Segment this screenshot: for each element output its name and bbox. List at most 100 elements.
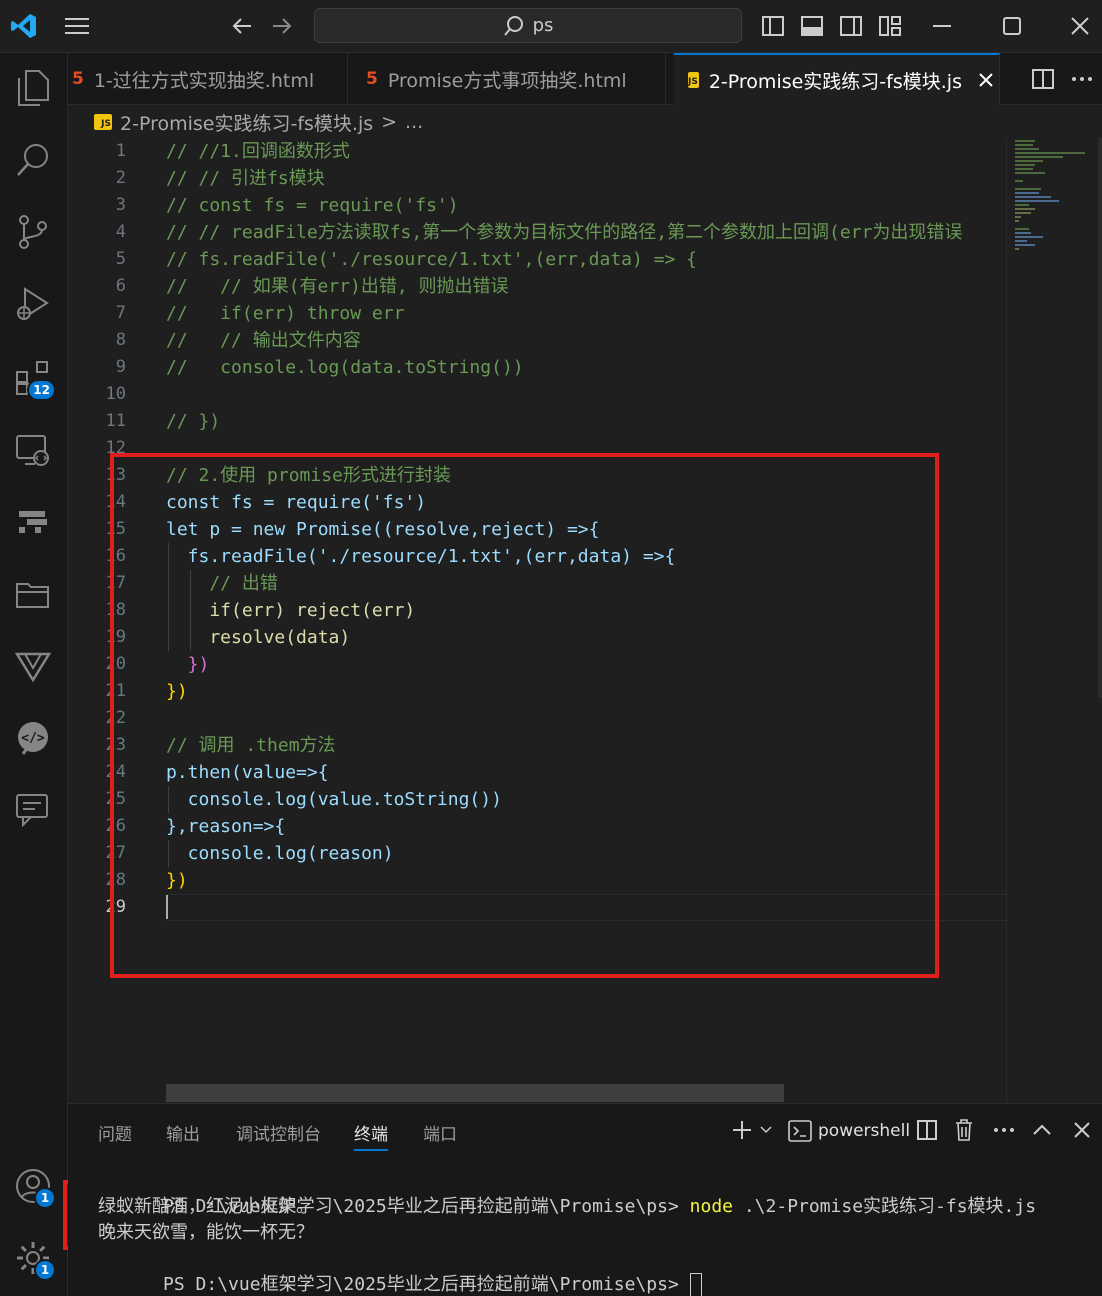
vue-icon[interactable] — [10, 643, 56, 689]
vscode-logo-icon — [8, 10, 40, 42]
tab-label: 2-Promise实践练习-fs模块.js — [708, 70, 962, 93]
new-terminal-plus-icon[interactable] — [730, 1118, 754, 1142]
minimap-line — [1015, 144, 1033, 146]
toggle-primary-sidebar-icon[interactable] — [760, 13, 786, 39]
live-share-icon[interactable]: </> — [10, 715, 56, 761]
tab-debug-console[interactable]: 调试控制台 — [236, 1120, 321, 1145]
line-number: 5 — [115, 249, 126, 269]
code-line: // if(err) throw err — [166, 303, 405, 324]
manage-gear-icon[interactable]: 1 — [10, 1235, 56, 1281]
testing-icon[interactable] — [10, 499, 56, 545]
command-center-search[interactable]: ps — [314, 8, 742, 43]
extensions-icon[interactable]: 12 — [10, 355, 56, 401]
close-tab-icon[interactable] — [978, 72, 994, 88]
toggle-panel-icon[interactable] — [799, 13, 825, 39]
search-icon[interactable] — [10, 137, 56, 183]
line-number: 9 — [115, 357, 126, 377]
code-line: // fs.readFile('./resource/1.txt',(err,d… — [166, 249, 698, 270]
line-number: 3 — [115, 195, 126, 215]
minimap-line — [1015, 148, 1039, 150]
extensions-badge: 12 — [27, 379, 56, 401]
minimap-line — [1015, 208, 1035, 210]
minimap-line — [1015, 232, 1031, 234]
terminal-shell-selector[interactable]: powershell — [788, 1117, 910, 1145]
accounts-badge: 1 — [34, 1187, 56, 1209]
minimap-line — [1015, 240, 1027, 242]
tab-label: Promise方式事项抽奖.html — [387, 69, 627, 92]
back-arrow-icon[interactable] — [228, 12, 256, 40]
terminal-output-line: 绿蚁新醅酒，红泥小火炉。 — [98, 1196, 314, 1217]
minimize-icon[interactable] — [928, 13, 956, 39]
forward-arrow-icon[interactable] — [268, 12, 296, 40]
source-control-icon[interactable] — [10, 209, 56, 255]
activity-bar: 12 </> 1 1 — [0, 53, 68, 1296]
folder-icon[interactable] — [10, 571, 56, 617]
tab-js-active[interactable]: JS 2-Promise实践练习-fs模块.js — [674, 53, 1000, 105]
close-window-icon[interactable] — [1066, 13, 1094, 39]
code-line: // //1.回调函数形式 — [166, 141, 350, 162]
remote-explorer-icon[interactable] — [10, 427, 56, 473]
editor-tab-bar: 5 1-过往方式实现抽奖.html 5 Promise方式事项抽奖.html J… — [68, 53, 1102, 105]
line-number: 1 — [115, 141, 126, 161]
terminal-icon — [788, 1120, 812, 1142]
chevron-down-icon[interactable] — [758, 1120, 774, 1140]
minimap-line — [1015, 244, 1035, 246]
more-actions-icon[interactable] — [1068, 67, 1096, 91]
tab-html-1[interactable]: 5 1-过往方式实现抽奖.html — [60, 53, 348, 105]
maximize-panel-chevron-up-icon[interactable] — [1030, 1118, 1054, 1142]
tab-terminal[interactable]: 终端 — [354, 1120, 388, 1151]
maximize-icon[interactable] — [998, 13, 1026, 39]
more-actions-icon[interactable] — [990, 1118, 1018, 1142]
code-line: // // 输出文件内容 — [166, 330, 361, 351]
js-file-icon: JS — [94, 114, 112, 130]
accounts-icon[interactable]: 1 — [10, 1163, 56, 1209]
search-text: ps — [532, 15, 554, 36]
breadcrumb: JS 2-Promise实践练习-fs模块.js > ... — [94, 108, 423, 136]
code-line: // const fs = require('fs') — [166, 195, 459, 216]
menu-icon[interactable] — [60, 12, 94, 40]
svg-text:</>: </> — [21, 731, 45, 746]
run-and-debug-icon[interactable] — [10, 281, 56, 327]
terminal-argument: .\2-Promise实践练习-fs模块.js — [743, 1196, 1037, 1217]
minimap-line — [1015, 188, 1041, 190]
toggle-secondary-sidebar-icon[interactable] — [838, 13, 864, 39]
minimap-line — [1015, 212, 1031, 214]
vertical-scrollbar[interactable] — [1098, 138, 1102, 698]
terminal-cursor — [689, 1273, 702, 1296]
trash-icon[interactable] — [952, 1117, 976, 1143]
code-highlight-box — [110, 453, 939, 978]
bottom-panel: 问题 输出 调试控制台 终端 端口 powershell PS D:\vue框架… — [68, 1103, 1102, 1296]
terminal-command-line: PS D:\vue框架学习\2025毕业之后再捡起前端\Promise\ps> … — [98, 1168, 1036, 1217]
chat-icon[interactable] — [10, 787, 56, 833]
close-panel-icon[interactable] — [1070, 1118, 1094, 1142]
code-line: // }) — [166, 411, 221, 432]
line-number: 10 — [105, 384, 126, 404]
code-line: // // 如果(有err)出错, 则抛出错误 — [166, 276, 509, 297]
tab-ports[interactable]: 端口 — [423, 1120, 457, 1145]
minimap-line — [1015, 180, 1023, 182]
line-number: 2 — [115, 168, 126, 188]
minimap-line — [1015, 168, 1033, 170]
explorer-icon[interactable] — [10, 65, 56, 111]
split-editor-icon[interactable] — [1030, 67, 1056, 91]
minimap-line — [1015, 248, 1019, 250]
terminal-prompt: PS D:\vue框架学习\2025毕业之后再捡起前端\Promise\ps> — [163, 1274, 679, 1295]
minimap-line — [1015, 160, 1043, 162]
breadcrumb-file[interactable]: 2-Promise实践练习-fs模块.js — [120, 109, 373, 136]
js-file-icon: JS — [688, 72, 699, 88]
tab-output[interactable]: 输出 — [166, 1120, 200, 1145]
terminal-command: node — [689, 1196, 733, 1217]
minimap-line — [1015, 196, 1051, 198]
tab-problems[interactable]: 问题 — [98, 1120, 132, 1145]
terminal-output-line: 晚来天欲雪，能饮一杯无？ — [98, 1222, 314, 1243]
minimap-line — [1015, 236, 1043, 238]
title-bar: ps — [0, 0, 1102, 53]
tab-html-2[interactable]: 5 Promise方式事项抽奖.html — [348, 53, 666, 105]
html-file-icon: 5 — [72, 69, 84, 89]
horizontal-scrollbar[interactable] — [166, 1084, 784, 1102]
split-terminal-icon[interactable] — [914, 1118, 940, 1142]
search-icon — [503, 15, 525, 37]
breadcrumb-symbol[interactable]: ... — [405, 111, 423, 133]
customize-layout-icon[interactable] — [877, 13, 903, 39]
minimap[interactable] — [1006, 138, 1102, 1103]
